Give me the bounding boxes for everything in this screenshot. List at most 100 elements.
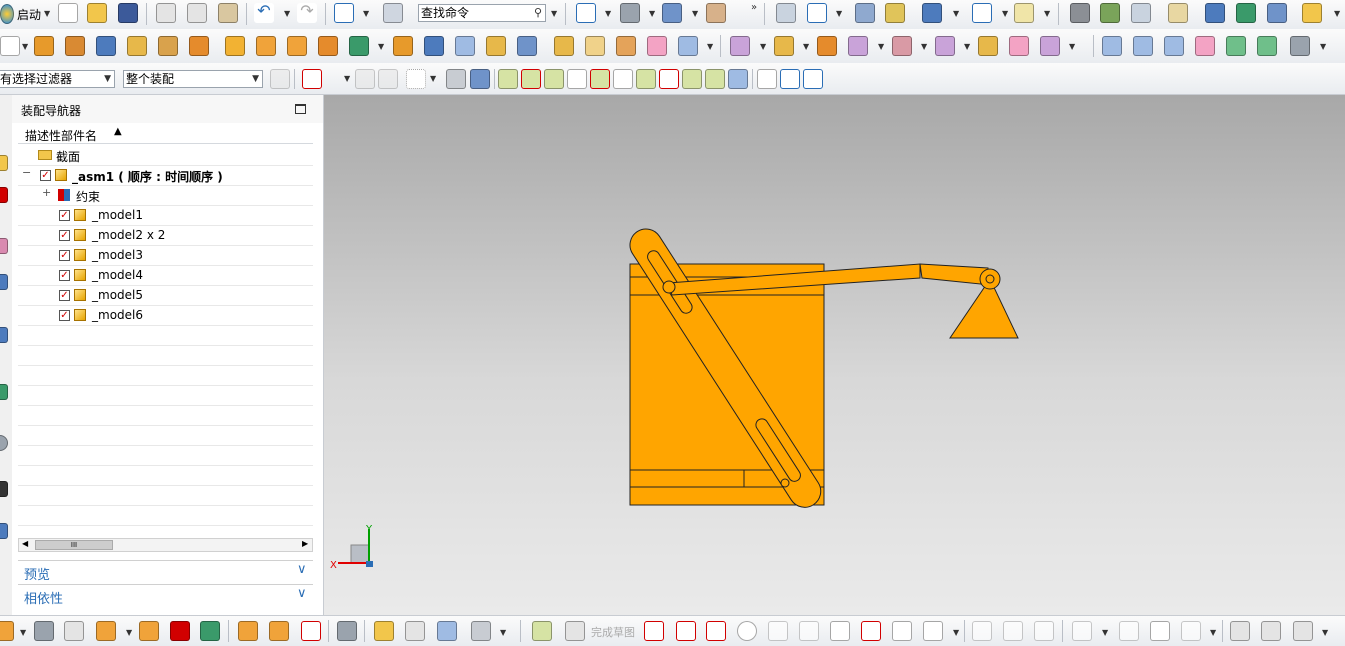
resize-dropdown-icon[interactable]: ▼: [921, 42, 927, 51]
control-point-icon[interactable]: [567, 69, 587, 89]
circle-icon[interactable]: [737, 621, 757, 641]
thicken-icon[interactable]: [678, 36, 698, 56]
start-dropdown-icon[interactable]: ▼: [44, 9, 50, 18]
draft-icon[interactable]: [616, 36, 636, 56]
redo-icon[interactable]: ↷: [297, 3, 317, 23]
new-parent-icon[interactable]: [64, 621, 84, 641]
edit-section-icon[interactable]: [706, 3, 726, 23]
combine-dropdown-icon[interactable]: ▼: [378, 42, 384, 51]
explode-view-icon[interactable]: [238, 621, 258, 641]
render-style-icon[interactable]: [620, 3, 640, 23]
sweep-icon[interactable]: [424, 36, 444, 56]
model1-checkbox[interactable]: ✓: [59, 210, 70, 221]
sketch-settings-icon[interactable]: [1230, 621, 1250, 641]
surface-dropdown-icon[interactable]: ▼: [1320, 42, 1326, 51]
revolve-icon[interactable]: [65, 36, 85, 56]
relations-icon[interactable]: [1261, 621, 1281, 641]
rectangle-dropdown-icon[interactable]: ▼: [22, 42, 28, 51]
chamfer-icon[interactable]: [585, 36, 605, 56]
offset-region-icon[interactable]: [935, 36, 955, 56]
model6-checkbox[interactable]: ✓: [59, 310, 70, 321]
feature-dropdown-icon[interactable]: ▼: [707, 42, 713, 51]
drawing-icon[interactable]: [337, 621, 357, 641]
point-icon[interactable]: [892, 621, 912, 641]
ruler-icon[interactable]: [1014, 3, 1034, 23]
split-body-icon[interactable]: [486, 36, 506, 56]
scope-select[interactable]: 整个装配 ▼: [123, 70, 263, 88]
finish-sketch-button[interactable]: 完成草图: [591, 624, 635, 640]
dimension-icon[interactable]: [1119, 621, 1139, 641]
snap-icon[interactable]: [972, 3, 992, 23]
extension-icon[interactable]: [1257, 36, 1277, 56]
system-material-tab-icon[interactable]: [0, 435, 8, 451]
general-selection-icon[interactable]: [270, 69, 290, 89]
edge-blend-icon[interactable]: [554, 36, 574, 56]
sync-icon[interactable]: [405, 621, 425, 641]
reuse-library-tab-icon[interactable]: [0, 274, 8, 290]
sketch-dropdown-icon[interactable]: ▼: [363, 9, 369, 18]
chevron-down-icon[interactable]: ∨: [297, 562, 307, 577]
measure-icon[interactable]: [885, 3, 905, 23]
make-corner-icon[interactable]: [1034, 621, 1054, 641]
collapse-icon[interactable]: −: [22, 166, 31, 179]
component-array-icon[interactable]: [96, 621, 116, 641]
point-on-curve-icon[interactable]: [659, 69, 679, 89]
fit-dropdown-icon[interactable]: ▼: [605, 9, 611, 18]
move-component-icon[interactable]: [139, 621, 159, 641]
rocker-link[interactable]: [919, 263, 991, 286]
line-icon[interactable]: [676, 621, 696, 641]
graphics-window[interactable]: Y X: [324, 95, 1345, 615]
arc-icon[interactable]: [706, 621, 726, 641]
copy-icon[interactable]: [187, 3, 207, 23]
asm1-checkbox[interactable]: ✓: [40, 170, 51, 181]
search-icon[interactable]: ⚲: [534, 5, 542, 21]
snap-enable-icon[interactable]: [498, 69, 518, 89]
add-component-icon[interactable]: [0, 621, 14, 641]
tree-row-asm1[interactable]: − ✓ _asm1 ( 顺序 : 时间顺序 ): [18, 165, 313, 186]
face-blend-icon[interactable]: [647, 36, 667, 56]
link-icon[interactable]: [374, 621, 394, 641]
mirror-icon[interactable]: [1072, 621, 1092, 641]
assembly-navigator-tab-icon[interactable]: [0, 155, 8, 171]
wave-link-icon[interactable]: [301, 621, 321, 641]
pad-icon[interactable]: [225, 36, 245, 56]
bridge-icon[interactable]: [1226, 36, 1246, 56]
spell-dropdown-icon[interactable]: ▼: [1334, 9, 1340, 18]
sync-move-icon[interactable]: [730, 36, 750, 56]
cube-tool-icon[interactable]: [1267, 3, 1287, 23]
scroll-left-icon[interactable]: ◀: [22, 539, 28, 548]
profile-icon[interactable]: [644, 621, 664, 641]
work-plane-icon[interactable]: [780, 69, 800, 89]
tree-row-model1[interactable]: ✓ _model1: [18, 205, 313, 226]
layer-settings-icon[interactable]: [1100, 3, 1120, 23]
through-mesh-icon[interactable]: [1133, 36, 1153, 56]
assembly-constraints-icon[interactable]: [170, 621, 190, 641]
horizontal-scrollbar[interactable]: ◀ III ▶: [18, 538, 313, 552]
arc-center-icon[interactable]: [613, 69, 633, 89]
tree-row-model5[interactable]: ✓ _model5: [18, 285, 313, 306]
history-tab-icon[interactable]: [0, 384, 8, 400]
model5-checkbox[interactable]: ✓: [59, 290, 70, 301]
start-menu-button[interactable]: 启动: [17, 6, 41, 23]
command-search-input[interactable]: 查找命令 ⚲: [418, 4, 546, 22]
quick-extend-icon[interactable]: [1003, 621, 1023, 641]
offset-curve-icon[interactable]: [923, 621, 943, 641]
maximize-icon[interactable]: [295, 104, 306, 114]
analysis-icon[interactable]: [855, 3, 875, 23]
extrude-icon[interactable]: [34, 36, 54, 56]
orient-dropdown-icon[interactable]: ▼: [692, 9, 698, 18]
group-face-icon[interactable]: [978, 36, 998, 56]
tree-row-model6[interactable]: ✓ _model6: [18, 305, 313, 326]
assembly-nav-icon[interactable]: [1070, 3, 1090, 23]
rect-selection-icon[interactable]: [406, 69, 426, 89]
expand-icon[interactable]: +: [42, 186, 51, 199]
mirror-dropdown-icon[interactable]: ▼: [1102, 628, 1108, 637]
resize-face-icon[interactable]: [892, 36, 912, 56]
offset-dropdown-icon[interactable]: ▼: [964, 42, 970, 51]
quick-trim-icon[interactable]: [972, 621, 992, 641]
combine-icon[interactable]: [349, 36, 369, 56]
start-icon[interactable]: [0, 4, 14, 24]
undo-dropdown-icon[interactable]: ▼: [284, 9, 290, 18]
quadrant-point-icon[interactable]: [636, 69, 656, 89]
hammer-icon[interactable]: [1236, 3, 1256, 23]
